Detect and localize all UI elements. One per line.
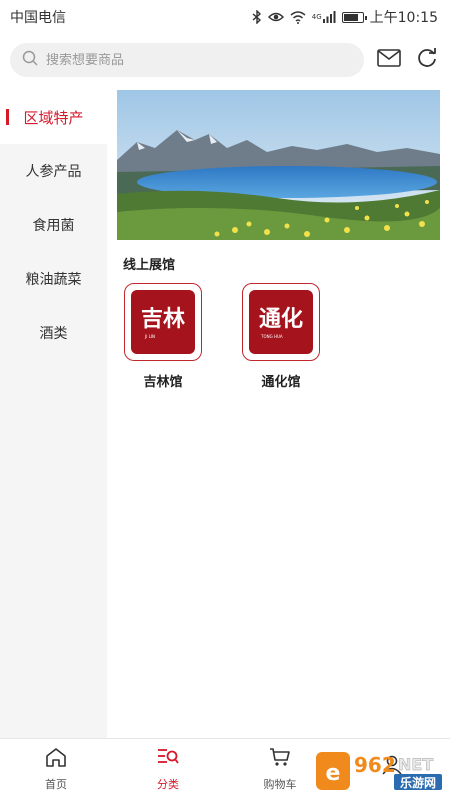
pavilion-name: 通化馆 (261, 375, 301, 390)
battery-icon (341, 11, 367, 23)
sidebar-item-label: 食用菌 (32, 218, 75, 234)
jilin-logo-text: 吉林 (141, 306, 185, 332)
signal-icon: 4G (312, 11, 336, 23)
sidebar-item-label: 酒类 (39, 326, 68, 342)
pavilion-name: 吉林馆 (143, 375, 183, 390)
carrier-label: 中国电信 (10, 10, 66, 26)
pavilion-jilin[interactable]: 吉林 JI LIN 吉林馆 (123, 283, 203, 390)
sidebar-item-liquor[interactable]: 酒类 (0, 306, 107, 360)
jilin-logo-subtext: JI LIN (144, 334, 155, 339)
sidebar-item-fungi[interactable]: 食用菌 (0, 198, 107, 252)
jilin-logo: 吉林 JI LIN (124, 283, 202, 361)
watermark-net: NET (398, 755, 433, 774)
sidebar-item-label: 区域特产 (23, 108, 84, 127)
home-icon (45, 747, 67, 770)
search-icon (22, 50, 38, 70)
tab-category[interactable]: 分类 (112, 739, 224, 800)
svg-text:e: e (326, 761, 341, 786)
status-icons: 4G 上午10:15 (252, 7, 438, 27)
site-watermark-logo: e 962 NET 乐游网 (316, 752, 442, 790)
wifi-icon (290, 10, 306, 24)
sidebar-item-label: 粮油蔬菜 (25, 272, 82, 288)
eye-icon (267, 11, 284, 23)
header-bar (0, 42, 450, 78)
tonghua-logo: 通化 TONG HUA (242, 283, 320, 361)
sidebar-item-regional-specialty[interactable]: 区域特产 (0, 90, 107, 144)
tab-label: 购物车 (263, 778, 297, 791)
refresh-button[interactable] (414, 47, 440, 73)
lake-banner-image[interactable] (117, 90, 440, 240)
mail-icon (377, 49, 401, 71)
search-bar[interactable] (10, 43, 364, 77)
bluetooth-icon (252, 10, 262, 24)
header-actions (376, 47, 440, 73)
status-bar: 中国电信 4G 上午10:15 (0, 0, 450, 34)
sidebar-item-grain-vegetables[interactable]: 粮油蔬菜 (0, 252, 107, 306)
search-input[interactable] (46, 52, 346, 68)
pavilion-grid: 吉林 JI LIN 吉林馆 通化 TONG HUA 通化馆 (123, 283, 440, 390)
cart-icon (269, 747, 291, 770)
tonghua-logo-subtext: TONG HUA (260, 334, 283, 339)
watermark-number: 962 (354, 753, 396, 777)
tab-home[interactable]: 首页 (0, 739, 112, 800)
sidebar-item-label: 人参产品 (25, 164, 82, 180)
clock-label: 上午10:15 (369, 10, 438, 26)
tonghua-logo-text: 通化 (259, 306, 303, 332)
category-icon (157, 747, 179, 770)
refresh-icon (416, 47, 438, 73)
section-title: 线上展馆 (123, 258, 176, 273)
sidebar-item-ginseng[interactable]: 人参产品 (0, 144, 107, 198)
tab-label: 分类 (157, 778, 179, 791)
category-sidebar: 区域特产 人参产品 食用菌 粮油蔬菜 酒类 (0, 90, 107, 738)
message-button[interactable] (376, 47, 402, 73)
pavilion-tonghua[interactable]: 通化 TONG HUA 通化馆 (241, 283, 321, 390)
network-type-label: 4G (311, 13, 322, 21)
tab-label: 首页 (45, 778, 67, 791)
category-content: 线上展馆 吉林 JI LIN 吉林馆 通化 TONG HUA 通化馆 (117, 90, 440, 390)
watermark-cn: 乐游网 (400, 775, 436, 790)
